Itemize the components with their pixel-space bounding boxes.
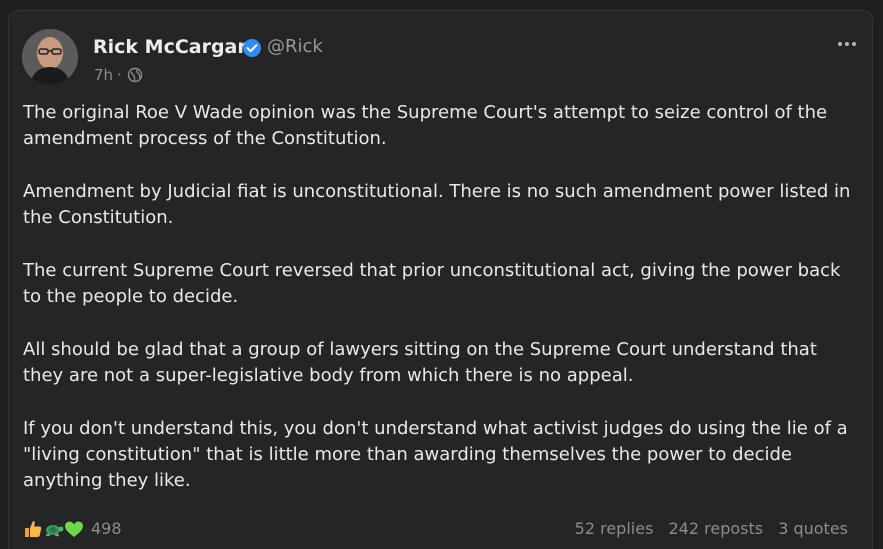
post-paragraph: If you don't understand this, you don't … <box>23 418 848 491</box>
avatar-photo <box>22 29 78 85</box>
verified-badge-icon <box>243 39 261 57</box>
green-heart-icon <box>65 521 83 537</box>
author-handle[interactable]: @Rick <box>267 35 323 59</box>
meta-separator: · <box>117 66 122 84</box>
author-name[interactable]: Rick McCargar <box>93 35 247 59</box>
more-options-icon[interactable] <box>836 37 858 51</box>
turtle-icon <box>46 525 64 537</box>
reposts-link[interactable]: 242 reposts <box>669 519 764 538</box>
post-card: Rick McCargar @Rick 7h · The original Ro… <box>8 10 873 549</box>
avatar[interactable] <box>22 29 78 85</box>
post-body: The original Roe V Wade opinion was the … <box>23 100 863 521</box>
post-time[interactable]: 7h <box>94 65 113 85</box>
quotes-link[interactable]: 3 quotes <box>778 519 848 538</box>
globe-icon <box>127 67 143 83</box>
thumbs-up-icon <box>25 521 42 537</box>
post-paragraph: The original Roe V Wade opinion was the … <box>23 102 828 149</box>
reaction-count: 498 <box>91 519 122 538</box>
post-stats: 52 replies 242 reposts 3 quotes <box>565 518 848 540</box>
post-paragraph: All should be glad that a group of lawye… <box>23 339 817 386</box>
replies-link[interactable]: 52 replies <box>575 519 654 538</box>
post-paragraph: Amendment by Judicial fiat is unconstitu… <box>23 181 851 228</box>
post-paragraph: The current Supreme Court reversed that … <box>23 260 841 307</box>
